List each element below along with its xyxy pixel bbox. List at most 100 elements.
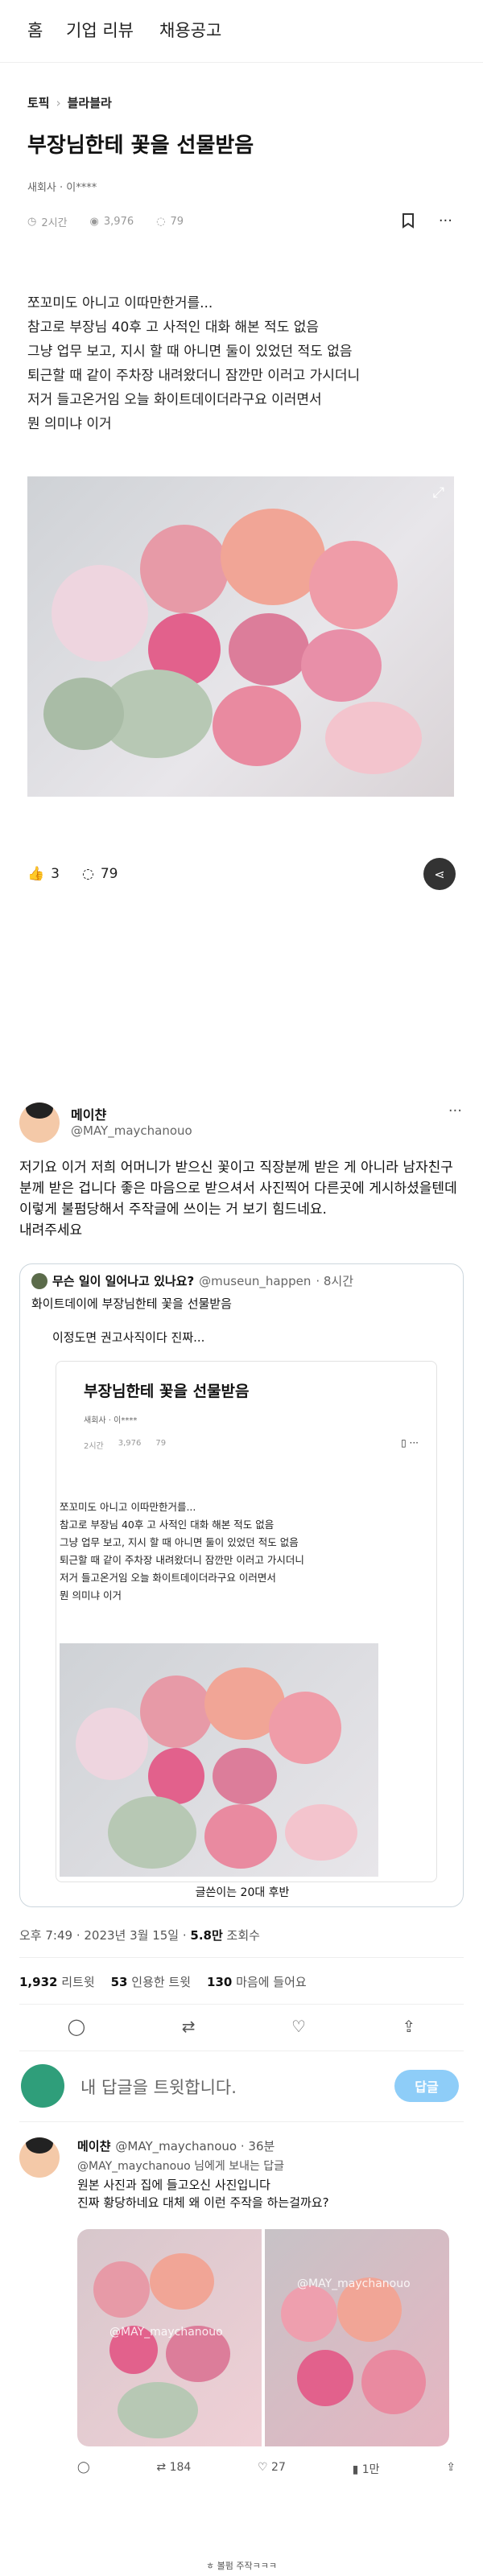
reply-input[interactable]: 내 답글을 트윗합니다. — [80, 2075, 237, 2099]
bookmark-icon[interactable] — [402, 212, 415, 233]
quote-header: 무슨 일이 일어나고 있나요? @museun_happen · 8시간 — [31, 1272, 353, 1289]
reply-avatar-wrap — [19, 2137, 60, 2178]
like-button[interactable]: 👍 3 — [27, 866, 60, 882]
comment-icon: ◌ — [156, 216, 166, 228]
reply-reply-icon[interactable]: ◯ — [77, 2461, 90, 2477]
breadcrumb: 토픽 › 블라블라 — [27, 96, 112, 110]
egg-avatar-icon — [21, 2064, 64, 2108]
quote-line1: 화이트데이에 부장님한테 꽃을 선물받음 — [31, 1296, 232, 1311]
divider — [19, 2121, 464, 2122]
tweet-views-number: 5.8만 — [190, 1928, 223, 1943]
quote-label: 인용한 트윗 — [127, 1975, 192, 1989]
reply-retweet-button[interactable]: ⇄ 184 — [156, 2461, 191, 2477]
post-author: 새회사 · 이**** — [27, 182, 97, 194]
tweet-time: 오후 7:49 · 2023년 3월 15일 · — [19, 1928, 191, 1943]
post-comments: 79 — [170, 216, 184, 228]
tweet-avatar-wrap — [19, 1103, 60, 1143]
tweet-views-label: 조회수 — [222, 1928, 260, 1943]
embedded-title: 부장님한테 꽃을 선물받음 — [84, 1383, 250, 1400]
quote-count: 53 — [110, 1975, 128, 1989]
likes-count: 130 — [207, 1975, 233, 1989]
heart-icon[interactable]: ♡ — [291, 2017, 306, 2036]
reply-like-button[interactable]: ♡ 27 — [258, 2461, 286, 2477]
likes-stat[interactable]: 130 마음에 들어요 — [207, 1973, 307, 1990]
reply-like-count: 27 — [271, 2461, 286, 2474]
tweet-handle[interactable]: @MAY_maychanouo — [71, 1123, 192, 1138]
tweet-text: 저기요 이거 저희 어머니가 받으신 꽃이고 직장분께 받은 게 아니라 남자친… — [19, 1160, 457, 1239]
share-icon[interactable]: ⇪ — [402, 2017, 415, 2036]
quote-line2: 이정도면 권고사직이다 진짜... — [52, 1330, 205, 1345]
retweet-count: 1,932 — [19, 1975, 58, 1989]
reply-avatar[interactable] — [19, 2137, 60, 2178]
reply-retweet-count: 184 — [169, 2461, 192, 2474]
reply-image-1[interactable]: @MAY_maychanouo — [77, 2229, 262, 2446]
embedded-bookmark-icon: ▯ ··· — [401, 1437, 419, 1449]
post-actions: ··· — [402, 212, 452, 233]
quote-caption: 글쓴이는 20대 후반 — [195, 1886, 290, 1899]
tweet-timestamp: 오후 7:49 · 2023년 3월 15일 · 5.8만 조회수 — [19, 1927, 260, 1943]
reply-to: @MAY_maychanouo 님에게 보내는 답글 — [77, 2160, 285, 2173]
embedded-time: 2시간 — [84, 1442, 104, 1451]
reply-image-2[interactable]: @MAY_maychanouo — [265, 2229, 449, 2446]
embedded-meta: 2시간 3,976 79 — [84, 1439, 166, 1451]
tweet-username[interactable]: 메이챤 — [71, 1104, 106, 1123]
likes-label: 마음에 들어요 — [232, 1975, 307, 1989]
comment-count: 79 — [100, 866, 118, 882]
reply-text: 원본 사진과 집에 들고오신 사진입니다 진짜 황당하네요 대체 왜 이런 주작… — [77, 2178, 329, 2210]
post-title: 부장님한테 꽃을 선물받음 — [27, 134, 254, 158]
embedded-photo — [60, 1643, 378, 1877]
breadcrumb-board[interactable]: 블라블라 — [68, 96, 112, 110]
quote-handle: @museun_happen — [199, 1273, 312, 1288]
breadcrumb-topic[interactable]: 토픽 — [27, 96, 50, 110]
tweet-more-icon[interactable]: ··· — [448, 1103, 462, 1119]
watermark-1: @MAY_maychanouo — [109, 2326, 223, 2339]
retweet-label: 리트윗 — [57, 1975, 95, 1989]
reply-view-count: 1만 — [361, 2463, 380, 2476]
reply-share-icon[interactable]: ⇪ — [446, 2461, 456, 2477]
quote-time: · 8시간 — [316, 1274, 354, 1288]
nav-jobs[interactable]: 채용공고 — [159, 18, 221, 42]
thumbs-up-icon: 👍 — [27, 866, 45, 882]
embedded-body: 쪼꼬미도 아니고 이따만한거를... 참고로 부장님 40후 고 사적인 대화 … — [60, 1501, 304, 1601]
speech-bubble-icon: ◌ — [82, 866, 94, 882]
reply-images[interactable]: @MAY_maychanouo @MAY_maychanouo — [77, 2229, 449, 2446]
post-meta: ◷ 2시간 ◉ 3,976 ◌ 79 — [27, 214, 184, 229]
like-count: 3 — [51, 866, 60, 882]
share-icon: ⋖ — [434, 866, 445, 882]
divider — [19, 1957, 464, 1958]
quote-avatar-icon — [31, 1272, 47, 1289]
embedded-views: 3,976 — [118, 1439, 142, 1448]
reply-username[interactable]: 메이챤 — [77, 2137, 110, 2154]
reply-submit-button[interactable]: 답글 — [394, 2070, 459, 2102]
expand-icon[interactable]: ⤢ — [433, 484, 444, 501]
post-views: 3,976 — [103, 216, 134, 228]
quoted-tweet[interactable]: 무슨 일이 일어나고 있나요? @museun_happen · 8시간 화이트… — [19, 1263, 464, 1907]
reaction-bar: 👍 3 ◌ 79 ⋖ — [27, 858, 456, 890]
reply-views-button[interactable]: ▮ 1만 — [353, 2461, 380, 2477]
eye-icon: ◉ — [89, 216, 99, 228]
divider — [19, 2050, 464, 2051]
divider — [19, 2004, 464, 2005]
reply-action-row: ◯ ⇄ 184 ♡ 27 ▮ 1만 ⇪ — [77, 2461, 456, 2477]
embedded-author: 새회사 · 이**** — [84, 1416, 138, 1425]
quote-stat[interactable]: 53 인용한 트윗 — [111, 1973, 191, 1990]
reply-icon[interactable]: ◯ — [68, 2017, 85, 2036]
tweet-action-row: ◯ ⇄ ♡ ⇪ — [19, 2017, 464, 2036]
share-button[interactable]: ⋖ — [423, 858, 456, 890]
avatar[interactable] — [19, 1103, 60, 1143]
quote-name: 무슨 일이 일어나고 있나요? — [52, 1274, 195, 1288]
retweet-stat[interactable]: 1,932 리트윗 — [19, 1973, 95, 1990]
quoted-screenshot: 부장님한테 꽃을 선물받음 새회사 · 이**** 2시간 3,976 79 ▯… — [56, 1361, 437, 1882]
flower-photo[interactable]: ⤢ — [27, 476, 454, 797]
footer-caption: ㅎ 볼펌 주작ㅋㅋㅋ — [206, 2561, 277, 2571]
nav-company-reviews[interactable]: 기업 리뷰 — [66, 18, 134, 42]
post-time: 2시간 — [41, 217, 68, 229]
post-body: 쪼꼬미도 아니고 이따만한거를... 참고로 부장님 40후 고 사적인 대화 … — [27, 295, 361, 432]
top-nav: 홈 기업 리뷰 채용공고 — [0, 0, 483, 63]
comment-button[interactable]: ◌ 79 — [82, 866, 118, 882]
reply-handle[interactable]: @MAY_maychanouo · 36분 — [115, 2137, 275, 2154]
retweet-icon[interactable]: ⇄ — [182, 2017, 196, 2036]
reply-header: 메이챤 @MAY_maychanouo · 36분 — [77, 2137, 275, 2154]
more-icon[interactable]: ··· — [439, 212, 452, 233]
nav-home[interactable]: 홈 — [27, 18, 43, 42]
